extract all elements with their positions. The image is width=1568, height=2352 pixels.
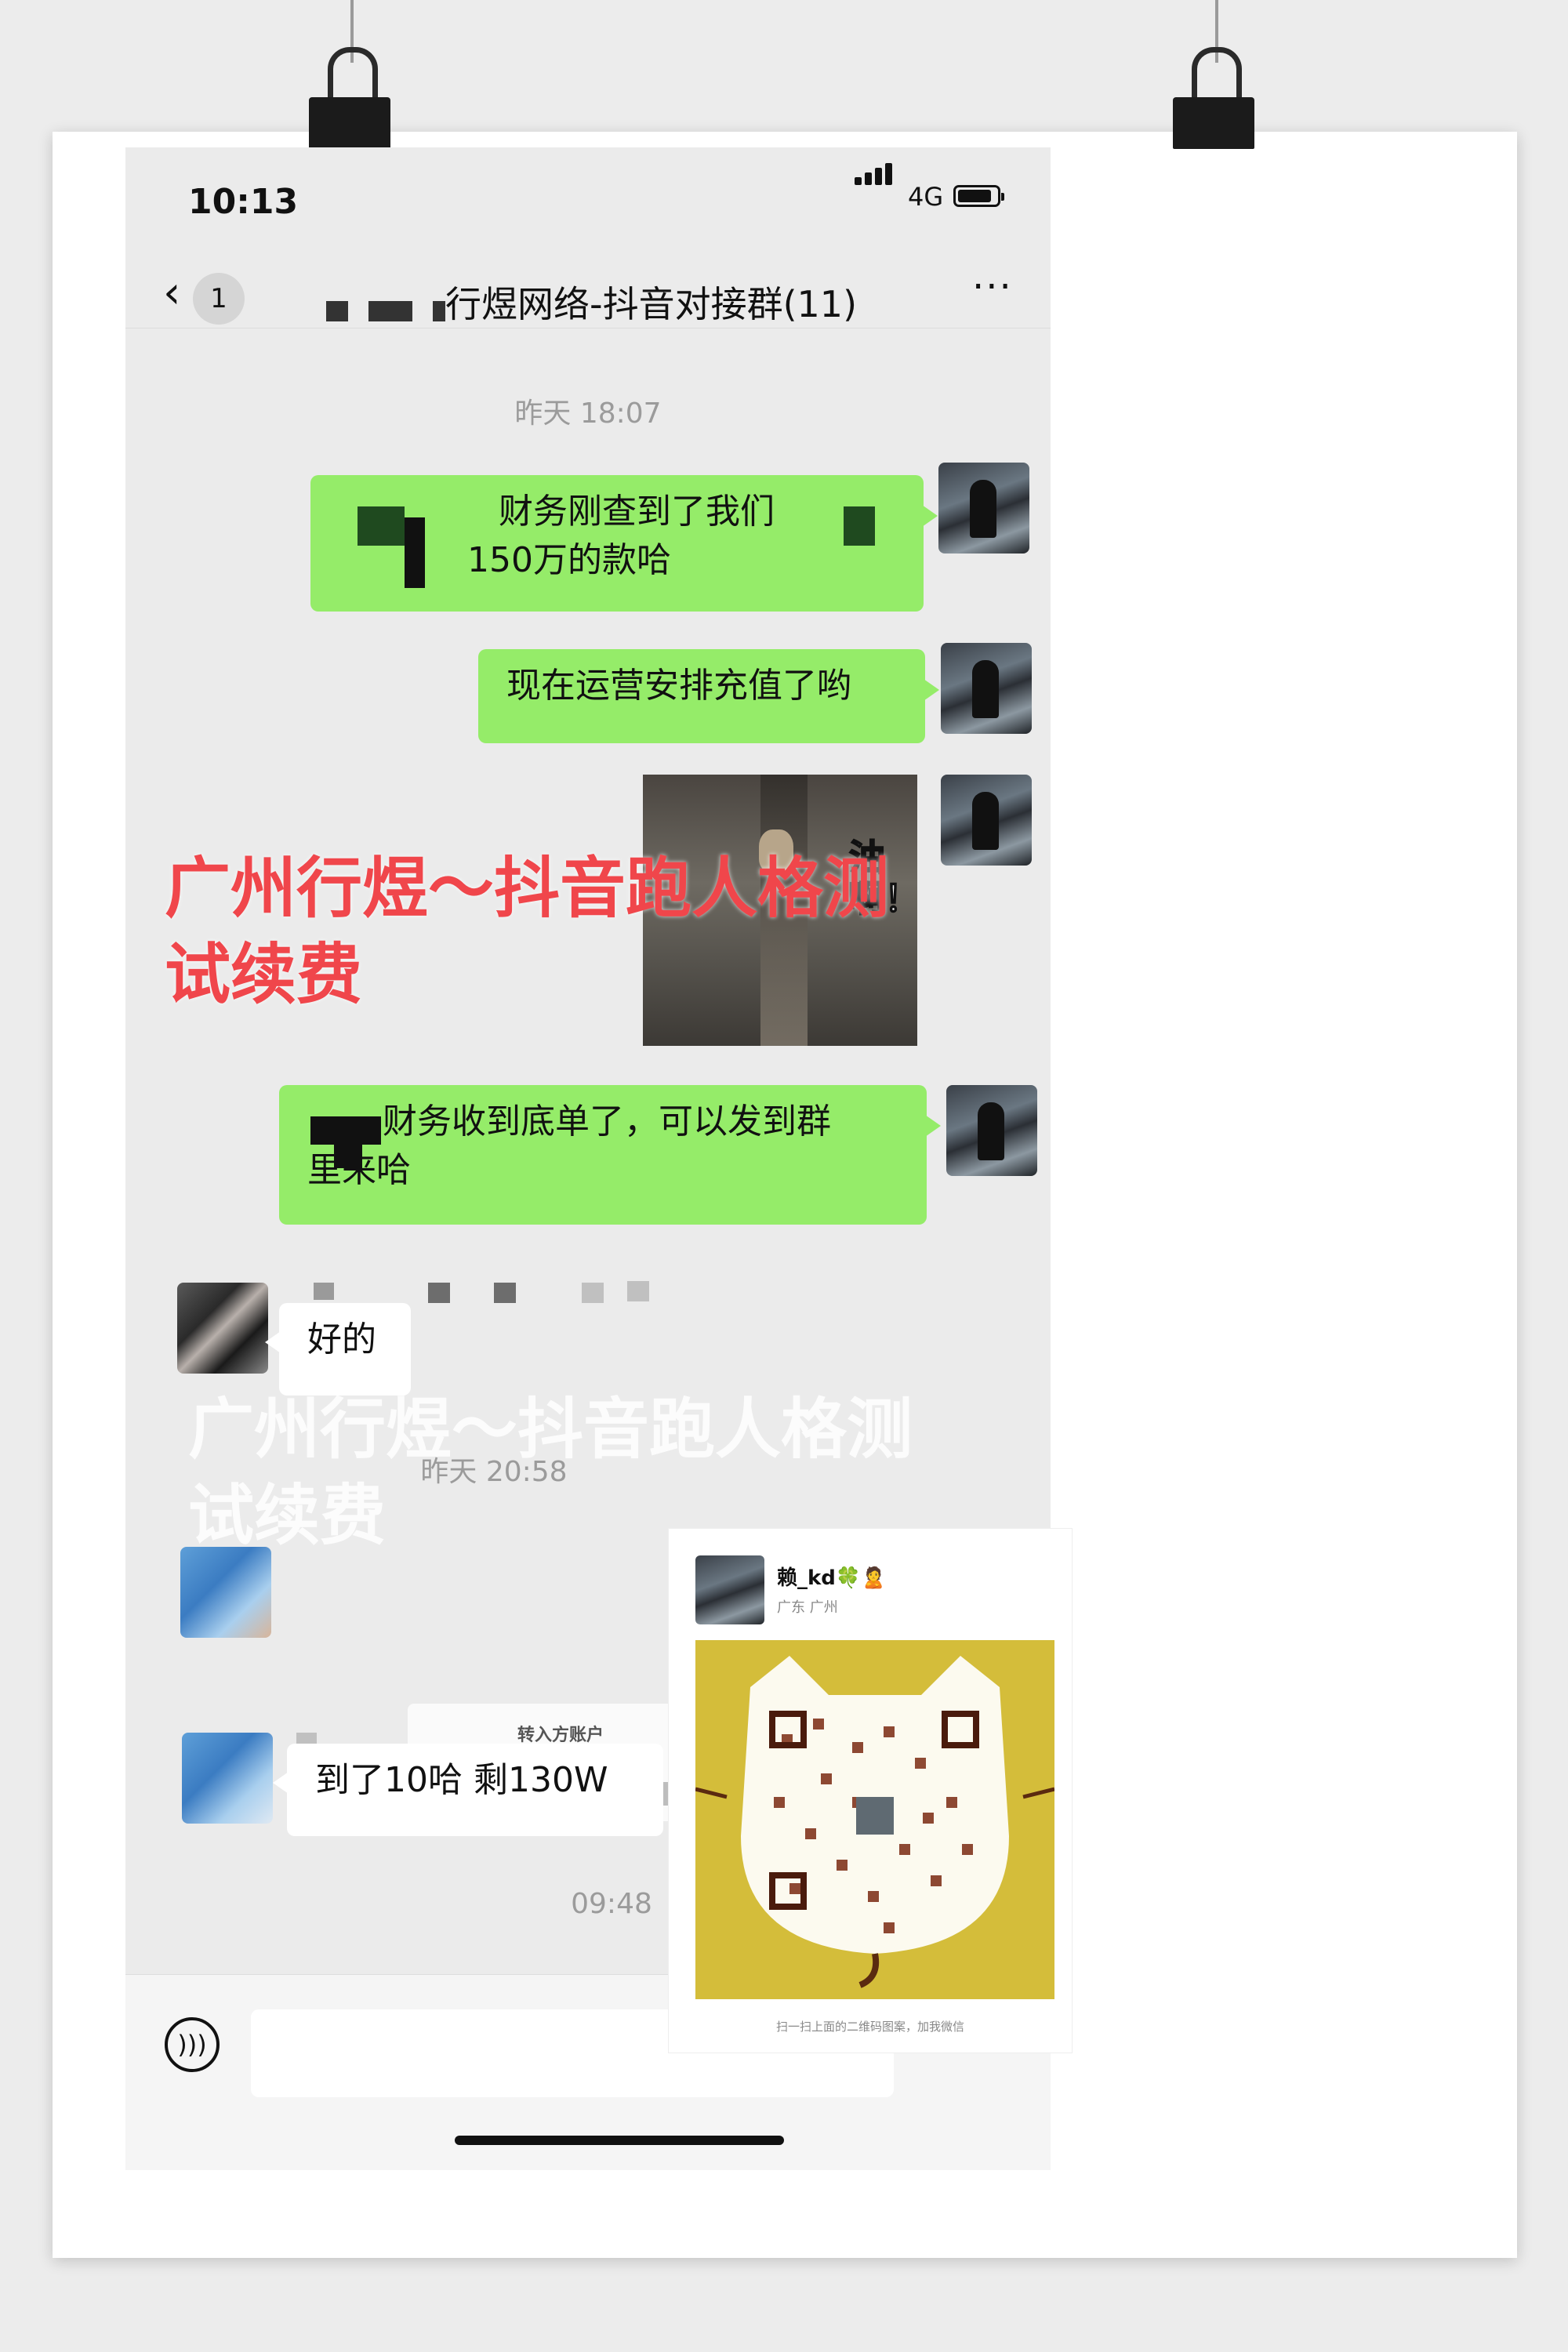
title-redaction — [368, 301, 412, 321]
chat-header: ‹ 1 行煜网络-抖音对接群(11) ··· — [125, 234, 1051, 328]
self-avatar[interactable] — [938, 463, 1029, 554]
sender-name-redaction — [428, 1283, 450, 1303]
more-options-icon[interactable]: ··· — [972, 265, 1013, 309]
message-text: 财务收到底单了，可以发到群 — [383, 1102, 831, 1142]
chat-title: 行煜网络-抖音对接群(11) — [445, 283, 858, 325]
qr-code-image[interactable] — [695, 1640, 1055, 1999]
outgoing-message[interactable]: 现在运营安排充值了哟 — [478, 649, 939, 743]
message-text: 现在运营安排充值了哟 — [506, 666, 851, 706]
redaction-mosaic — [405, 517, 425, 588]
sender-name-redaction — [494, 1283, 516, 1303]
message-text: 财务刚查到了我们 — [499, 492, 775, 532]
title-redaction — [326, 301, 348, 321]
status-bar: 10:13 4G — [125, 147, 1051, 234]
back-chevron-icon[interactable]: ‹ — [163, 271, 180, 315]
qr-owner-name: 赖_kd🍀🙎 — [777, 1566, 887, 1590]
voice-input-icon[interactable]: ))) — [165, 2017, 220, 2072]
outgoing-message[interactable]: 财务收到底单了，可以发到群 里来哈 — [279, 1085, 941, 1225]
redaction-mosaic — [334, 1145, 362, 1168]
qr-caption: 扫一扫上面的二维码图案，加我微信 — [775, 2020, 964, 2034]
binder-clip — [309, 47, 390, 154]
incoming-message[interactable]: 到了10哈 剩130W — [273, 1744, 663, 1836]
redaction-mosaic — [310, 1116, 381, 1145]
timestamp: 昨天 18:07 — [514, 397, 662, 430]
member-avatar[interactable] — [182, 1733, 273, 1824]
redaction-mosaic — [358, 506, 405, 546]
home-indicator — [455, 2136, 784, 2145]
status-time: 10:13 — [188, 182, 299, 222]
qr-owner-region: 广东 广州 — [777, 1599, 838, 1616]
outgoing-message[interactable]: 财务刚查到了我们 150万的款哈 — [310, 475, 938, 612]
watermark-text: 广州行煜～抖音跑人格测 试续费 — [165, 850, 890, 1013]
network-type: 4G — [908, 182, 944, 212]
qr-owner-avatar — [695, 1555, 764, 1624]
message-text: 150万的款哈 — [467, 540, 671, 580]
sender-name-redaction — [627, 1281, 649, 1301]
wechat-qr-card[interactable]: 赖_kd🍀🙎 广东 广州 扫一扫上面的二维码图案，加我微信 — [669, 1529, 1072, 2053]
member-avatar[interactable] — [180, 1547, 271, 1638]
unread-count-badge[interactable]: 1 — [193, 273, 245, 325]
transfer-label: 转入方账户 — [517, 1726, 604, 1745]
battery-icon — [953, 185, 1004, 207]
sender-name-redaction — [582, 1283, 604, 1303]
binder-clip — [1173, 47, 1254, 154]
sender-name-redaction — [314, 1283, 334, 1300]
self-avatar[interactable] — [946, 1085, 1037, 1176]
member-avatar[interactable] — [177, 1283, 268, 1374]
qr-code-icon — [695, 1656, 1055, 1988]
message-text: 到了10哈 剩130W — [315, 1760, 608, 1800]
self-avatar[interactable] — [941, 775, 1032, 866]
self-avatar[interactable] — [941, 643, 1032, 734]
message-text: 好的 — [307, 1319, 376, 1359]
title-redaction — [433, 301, 445, 321]
redaction-mosaic — [844, 506, 875, 546]
incoming-message[interactable]: 好的 — [265, 1303, 411, 1396]
